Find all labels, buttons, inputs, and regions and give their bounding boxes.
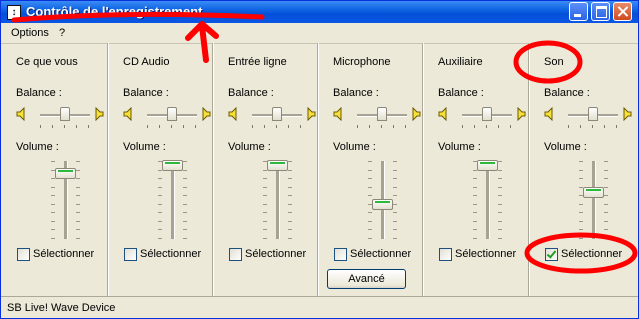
select-label[interactable]: Sélectionner [140,248,201,260]
mixer-column: Entrée ligne Balance : Volume : Sélectionne… [212,43,317,296]
select-label[interactable]: Sélectionner [33,248,94,260]
speaker-left-icon [16,107,25,121]
menu-options[interactable]: Options [11,27,49,39]
volume-track [276,161,280,239]
balance-ticks [40,125,90,129]
column-name: Ce que vous [16,56,78,68]
volume-label: Volume : [123,141,166,153]
status-bar: SB Live! Wave Device [1,296,638,318]
mixer-column: Son Balance : Volume : Sélectionner [528,43,633,296]
balance-label: Balance : [228,87,274,99]
speaker-left-icon [544,107,553,121]
mixer-column: CD Audio Balance : Volume : Sélectionner [107,43,212,296]
volume-slider[interactable] [477,160,498,171]
volume-label: Volume : [438,141,481,153]
speaker-left-icon [123,107,132,121]
balance-ticks [252,125,302,129]
speaker-right-icon [202,107,211,121]
maximize-button[interactable] [591,2,610,21]
volume-label: Volume : [16,141,59,153]
select-checkbox[interactable] [124,248,137,261]
select-label[interactable]: Sélectionner [350,248,411,260]
balance-slider[interactable] [272,107,282,121]
select-label[interactable]: Sélectionner [245,248,306,260]
volume-track [592,161,596,239]
volume-slider[interactable] [162,160,183,171]
volume-track [171,161,175,239]
select-checkbox[interactable] [229,248,242,261]
close-button[interactable] [613,2,632,21]
recording-control-window: ↕ Contrôle de l'enregistrement Options ?… [0,0,639,319]
balance-ticks [462,125,512,129]
balance-label: Balance : [123,87,169,99]
window-title: Contrôle de l'enregistrement [26,4,203,19]
column-name: Son [544,56,564,68]
speaker-right-icon [412,107,421,121]
mixer-app-icon: ↕ [7,5,21,20]
volume-slider[interactable] [55,168,76,179]
speaker-left-icon [333,107,342,121]
select-label[interactable]: Sélectionner [561,248,622,260]
advanced-button[interactable]: Avancé [327,269,406,289]
select-checkbox[interactable] [17,248,30,261]
volume-slider[interactable] [267,160,288,171]
balance-label: Balance : [333,87,379,99]
volume-label: Volume : [333,141,376,153]
column-name: Microphone [333,56,391,68]
select-checkbox[interactable] [439,248,452,261]
speaker-right-icon [623,107,632,121]
speaker-right-icon [307,107,316,121]
balance-slider[interactable] [377,107,387,121]
balance-ticks [568,125,618,129]
mixer-column: Microphone Balance : Volume : Sélectionner A… [317,43,422,296]
speaker-left-icon [438,107,447,121]
balance-ticks [147,125,197,129]
balance-ticks [357,125,407,129]
balance-label: Balance : [16,87,62,99]
volume-label: Volume : [228,141,271,153]
status-text: SB Live! Wave Device [7,302,116,314]
column-name: Auxiliaire [438,56,483,68]
speaker-right-icon [95,107,104,121]
balance-slider[interactable] [60,107,70,121]
minimize-button[interactable] [569,2,588,21]
menu-help[interactable]: ? [59,27,65,39]
balance-label: Balance : [544,87,590,99]
column-name: Entrée ligne [228,56,287,68]
volume-slider[interactable] [583,187,604,198]
select-checkbox[interactable] [334,248,347,261]
balance-slider[interactable] [167,107,177,121]
mixer-column: Ce que vous Balance : Volume : Sélectionner [1,43,105,296]
column-name: CD Audio [123,56,170,68]
volume-track [486,161,490,239]
volume-slider[interactable] [372,199,393,210]
mixer-column: Auxiliaire Balance : Volume : Sélectionner [422,43,527,296]
balance-slider[interactable] [482,107,492,121]
balance-label: Balance : [438,87,484,99]
menu-bar: Options ? [1,23,638,44]
balance-slider[interactable] [588,107,598,121]
speaker-right-icon [517,107,526,121]
volume-label: Volume : [544,141,587,153]
select-label[interactable]: Sélectionner [455,248,516,260]
speaker-left-icon [228,107,237,121]
select-checkbox[interactable] [545,248,558,261]
title-bar[interactable]: ↕ Contrôle de l'enregistrement [1,1,638,23]
